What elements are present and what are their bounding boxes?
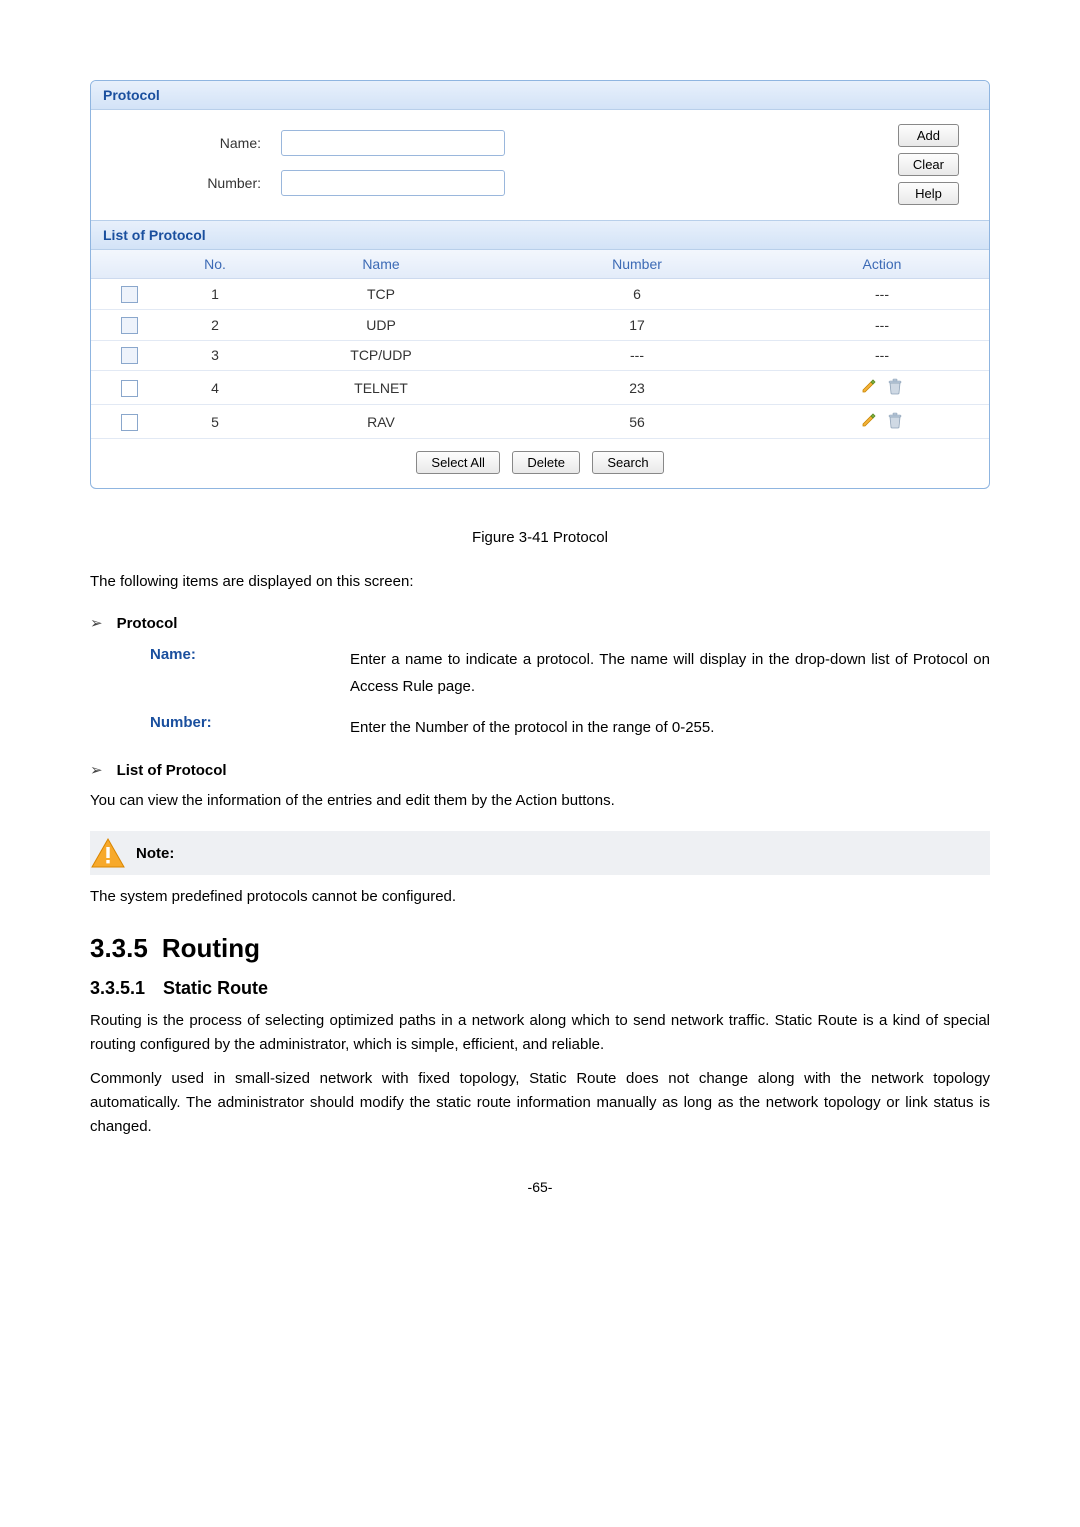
protocol-panel: Protocol Name: Number: Add Clear Help Li… (90, 80, 990, 489)
table-row: 3TCP/UDP------ (91, 340, 989, 371)
col-no: No. (167, 250, 263, 279)
cell-name: TCP (263, 279, 499, 310)
bullet-list: ➢ List of Protocol (90, 761, 990, 779)
warning-icon (90, 837, 126, 869)
cell-name: TELNET (263, 371, 499, 405)
intro-text: The following items are displayed on thi… (90, 570, 990, 594)
cell-action: --- (775, 340, 989, 371)
note-box: Note: (90, 831, 990, 875)
col-number: Number (499, 250, 775, 279)
table-row: 5RAV56 (91, 405, 989, 439)
add-button[interactable]: Add (898, 124, 959, 147)
cell-action (775, 371, 989, 405)
list-title: List of Protocol (91, 220, 989, 250)
cell-no: 4 (167, 371, 263, 405)
number-input[interactable] (281, 170, 505, 196)
name-input[interactable] (281, 130, 505, 156)
table-row: 2UDP17--- (91, 309, 989, 340)
select-all-button[interactable]: Select All (416, 451, 499, 474)
note-text: The system predefined protocols cannot b… (90, 885, 990, 909)
chevron-right-icon: ➢ (90, 761, 103, 779)
cell-name: UDP (263, 309, 499, 340)
trash-icon[interactable] (886, 377, 904, 395)
cell-action: --- (775, 279, 989, 310)
row-checkbox[interactable] (121, 380, 138, 397)
cell-number: --- (499, 340, 775, 371)
delete-button[interactable]: Delete (512, 451, 580, 474)
def-name-term: Name: (150, 646, 350, 700)
col-name: Name (263, 250, 499, 279)
number-label: Number: (121, 175, 281, 191)
cell-name: TCP/UDP (263, 340, 499, 371)
row-checkbox (121, 286, 138, 303)
cell-number: 56 (499, 405, 775, 439)
cell-name: RAV (263, 405, 499, 439)
list-desc: You can view the information of the entr… (90, 789, 990, 813)
cell-number: 23 (499, 371, 775, 405)
page-number: -65- (90, 1179, 990, 1195)
edit-icon[interactable] (860, 377, 878, 395)
panel-title: Protocol (91, 81, 989, 110)
chevron-right-icon: ➢ (90, 614, 103, 632)
def-name-desc: Enter a name to indicate a protocol. The… (350, 646, 990, 700)
search-button[interactable]: Search (592, 451, 663, 474)
clear-button[interactable]: Clear (898, 153, 959, 176)
row-checkbox (121, 317, 138, 334)
col-action: Action (775, 250, 989, 279)
cell-action (775, 405, 989, 439)
cell-number: 17 (499, 309, 775, 340)
edit-icon[interactable] (860, 411, 878, 429)
trash-icon[interactable] (886, 411, 904, 429)
def-number-desc: Enter the Number of the protocol in the … (350, 714, 990, 741)
section-routing: 3.3.5Routing (90, 933, 990, 964)
routing-p1: Routing is the process of selecting opti… (90, 1009, 990, 1057)
cell-no: 2 (167, 309, 263, 340)
cell-no: 1 (167, 279, 263, 310)
cell-no: 3 (167, 340, 263, 371)
cell-no: 5 (167, 405, 263, 439)
protocol-table: No. Name Number Action 1TCP6---2UDP17---… (91, 250, 989, 439)
table-row: 4TELNET23 (91, 371, 989, 405)
name-label: Name: (121, 135, 281, 151)
def-number-term: Number: (150, 714, 350, 741)
cell-number: 6 (499, 279, 775, 310)
figure-caption: Figure 3-41 Protocol (90, 529, 990, 546)
subsection-static-route: 3.3.5.1Static Route (90, 978, 990, 999)
routing-p2: Commonly used in small-sized network wit… (90, 1067, 990, 1139)
help-button[interactable]: Help (898, 182, 959, 205)
bullet-protocol: ➢ Protocol (90, 614, 990, 632)
cell-action: --- (775, 309, 989, 340)
table-row: 1TCP6--- (91, 279, 989, 310)
row-checkbox[interactable] (121, 414, 138, 431)
col-checkbox (91, 250, 167, 279)
note-label: Note: (136, 845, 174, 862)
row-checkbox (121, 347, 138, 364)
